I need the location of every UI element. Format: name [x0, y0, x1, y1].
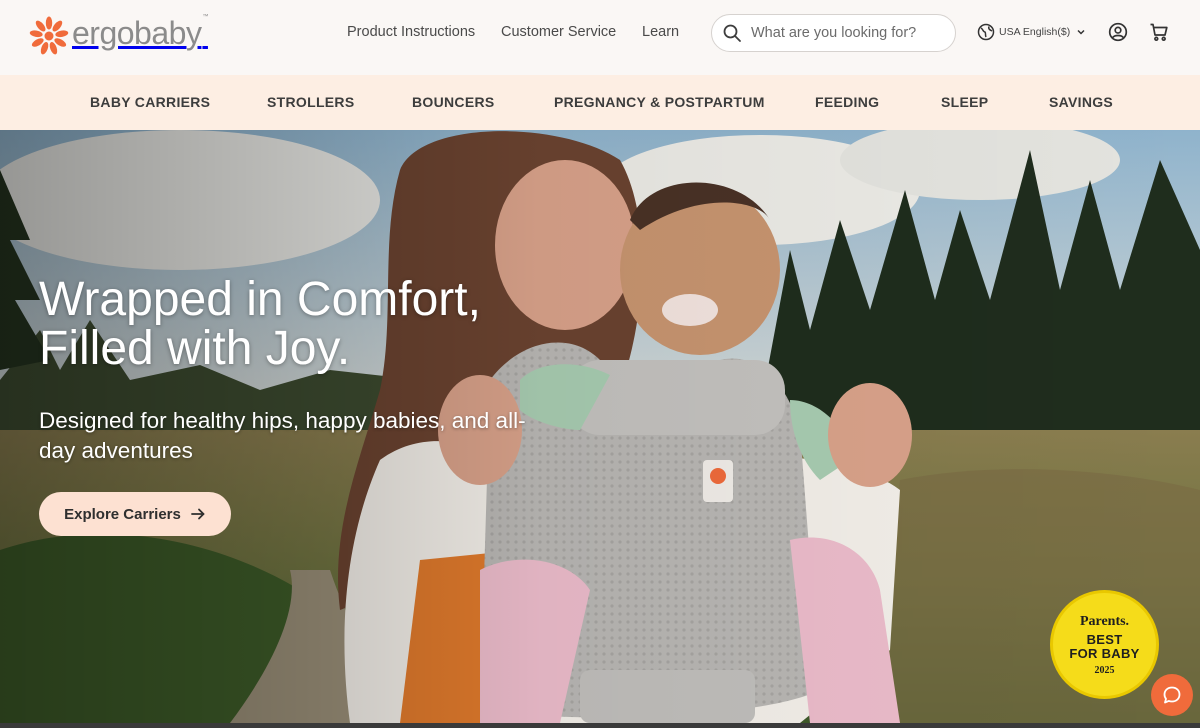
cart-icon[interactable] — [1149, 22, 1169, 42]
account-icon[interactable] — [1108, 22, 1128, 42]
parents-best-for-baby-award-badge: Parents. BEST FOR BABY 2025 — [1050, 590, 1159, 699]
page-bottom-edge — [0, 723, 1200, 728]
category-baby-carriers[interactable]: BABY CARRIERS — [90, 94, 210, 110]
locale-selector[interactable]: USA English($) — [977, 23, 1086, 41]
globe-icon — [977, 23, 995, 41]
nav-link-product-instructions[interactable]: Product Instructions — [347, 24, 475, 40]
category-bouncers[interactable]: BOUNCERS — [412, 94, 495, 110]
explore-carriers-label: Explore Carriers — [64, 505, 181, 523]
hero-banner: Wrapped in Comfort, Filled with Joy. Des… — [0, 130, 1200, 723]
search-box[interactable] — [711, 14, 956, 52]
brand-wordmark: ergobaby™ — [72, 13, 208, 51]
category-nav: BABY CARRIERS STROLLERS BOUNCERS PREGNAN… — [0, 75, 1200, 130]
site-header: ergobaby™ Product Instructions Customer … — [0, 0, 1200, 75]
award-year: 2025 — [1094, 664, 1115, 676]
hero-title-line-2: Filled with Joy. — [39, 322, 351, 375]
chat-bubble-icon — [1163, 686, 1181, 704]
hero-subtitle: Designed for healthy hips, happy babies,… — [39, 408, 526, 463]
search-icon — [723, 24, 741, 42]
category-savings[interactable]: SAVINGS — [1049, 94, 1113, 110]
hero-title: Wrapped in Comfort, Filled with Joy. — [39, 275, 599, 373]
brand-logo[interactable]: ergobaby™ — [29, 11, 208, 57]
category-sleep[interactable]: SLEEP — [941, 94, 988, 110]
category-strollers[interactable]: STROLLERS — [267, 94, 354, 110]
locale-label: USA English($) — [999, 26, 1071, 38]
award-title-line-1: BEST — [1086, 631, 1123, 647]
arrow-right-icon — [190, 508, 205, 520]
award-title-line-2: FOR BABY — [1069, 645, 1140, 661]
search-input[interactable] — [751, 25, 941, 41]
nav-link-learn[interactable]: Learn — [642, 24, 679, 40]
award-publisher: Parents. — [1079, 613, 1130, 629]
category-feeding[interactable]: FEEDING — [815, 94, 879, 110]
ergobaby-logo-icon — [29, 16, 69, 55]
category-pregnancy-postpartum[interactable]: PREGNANCY & POSTPARTUM — [554, 94, 765, 110]
explore-carriers-button[interactable]: Explore Carriers — [39, 492, 231, 536]
chevron-down-icon — [1077, 29, 1085, 35]
hero-title-line-1: Wrapped in Comfort, — [39, 273, 481, 326]
nav-link-customer-service[interactable]: Customer Service — [501, 24, 616, 40]
chat-button[interactable] — [1151, 674, 1193, 716]
